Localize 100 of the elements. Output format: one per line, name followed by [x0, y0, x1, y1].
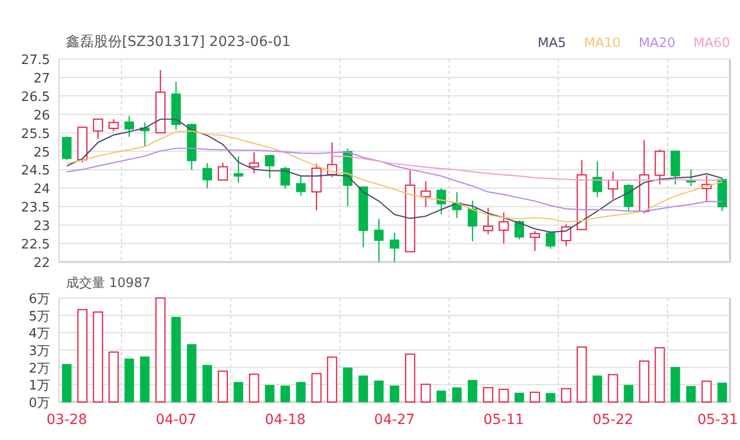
candlestick	[498, 212, 509, 244]
volume-bar	[234, 382, 244, 402]
date-label: 04-07	[156, 412, 196, 428]
candlestick	[342, 148, 352, 206]
candlestick	[186, 124, 196, 170]
candlestick	[654, 149, 665, 184]
legend-label: MA20	[638, 36, 676, 51]
volume-bar	[280, 386, 290, 402]
volume-bar	[326, 356, 338, 403]
candlestick	[717, 178, 727, 212]
date-label: 05-22	[592, 412, 634, 428]
candlestick	[546, 232, 556, 249]
candlestick	[483, 208, 494, 234]
candlestick	[311, 164, 322, 210]
axis-label: 25	[33, 145, 50, 160]
date-label: 05-31	[697, 412, 738, 428]
candlestick	[108, 119, 119, 131]
volume-bar	[514, 392, 524, 402]
volume-bar	[530, 392, 540, 403]
candlestick	[530, 231, 540, 251]
volume-bar	[592, 376, 602, 402]
axis-label: 24	[33, 182, 50, 198]
volume-bar	[248, 374, 260, 403]
candlestick	[296, 176, 306, 196]
candlestick	[77, 126, 88, 162]
volume-bar	[546, 393, 556, 402]
candlestick	[264, 154, 274, 178]
axis-label: 23	[33, 219, 50, 234]
date-label: 04-27	[374, 412, 415, 428]
candlestick	[280, 166, 290, 189]
volume-label: 成交量 10987	[66, 275, 150, 292]
axis-label: 25.5	[21, 126, 50, 142]
axis-label: 3万	[28, 344, 50, 359]
volume-bar	[624, 384, 634, 402]
candlestick	[202, 163, 212, 188]
volume-bar	[498, 388, 509, 403]
candlestick	[326, 142, 338, 178]
legend-label: MA5	[538, 36, 566, 51]
candlestick	[624, 184, 634, 211]
volume-bar	[342, 368, 352, 402]
volume-bar	[374, 380, 384, 402]
volume-bar	[405, 354, 416, 403]
volume-bar	[264, 384, 274, 402]
axis-label: 5万	[28, 309, 50, 324]
volume-bar	[202, 365, 212, 402]
candlestick	[234, 156, 244, 183]
volume-bar	[608, 374, 618, 403]
axis-label: 26	[33, 108, 50, 124]
chart-title: 鑫磊股份[SZ301317] 2023-06-01	[66, 33, 291, 52]
axis-label: 27.5	[21, 54, 50, 68]
candlestick	[576, 160, 587, 230]
volume-bar	[311, 372, 322, 403]
candlestick	[155, 70, 166, 134]
volume-bar	[218, 370, 228, 403]
volume-bar	[186, 344, 196, 402]
candlestick	[140, 122, 150, 146]
candlestick	[514, 220, 524, 240]
candlestick	[436, 188, 446, 214]
legend-label: MA10	[584, 36, 621, 51]
axis-label: 22	[33, 256, 50, 271]
volume-bar	[717, 382, 727, 402]
axis-label: 24.5	[21, 164, 50, 179]
candlestick	[686, 169, 696, 186]
volume-bar	[483, 387, 494, 403]
candlestick	[358, 186, 368, 248]
axis-label: 27	[33, 71, 50, 86]
volume-bar	[296, 382, 306, 402]
candlestick	[92, 118, 104, 140]
candlestick	[374, 218, 384, 262]
axis-label: 2万	[28, 361, 50, 376]
axis-label: 23.5	[21, 200, 50, 216]
candlestick	[468, 200, 478, 242]
candlestick	[62, 136, 72, 160]
volume-bar	[702, 380, 712, 403]
volume-bar	[62, 364, 72, 402]
volume-bar	[108, 351, 119, 403]
volume-bar	[639, 360, 650, 403]
volume-bar	[670, 366, 680, 402]
date-label: 05-11	[483, 412, 524, 428]
candlestick	[592, 162, 602, 198]
candlestick	[452, 192, 462, 218]
volume-bar	[468, 380, 478, 402]
candlestick	[218, 162, 228, 181]
candlestick	[670, 150, 680, 184]
volume-bar	[124, 358, 134, 402]
axis-label: 0万	[28, 396, 50, 411]
volume-bar	[436, 390, 446, 402]
candlestick	[561, 224, 572, 246]
axis-label: 6万	[28, 292, 50, 307]
legend-label: MA60	[693, 36, 730, 51]
axis-label: 1万	[28, 378, 50, 394]
candlestick	[248, 152, 260, 174]
candlestick	[390, 232, 400, 262]
date-label: 04-18	[264, 412, 306, 428]
candlestick	[124, 116, 134, 137]
volume-bar	[654, 347, 665, 403]
axis-label: 26.5	[21, 90, 50, 105]
volume-bar	[686, 386, 696, 402]
date-label: 03-28	[46, 412, 88, 428]
candlestick	[608, 172, 618, 200]
